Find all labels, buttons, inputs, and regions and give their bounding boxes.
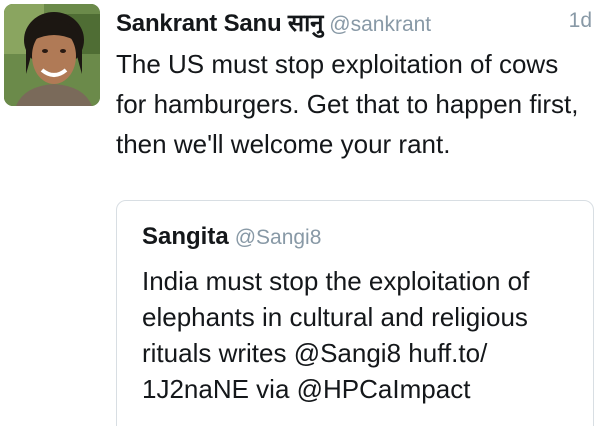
tweet-header: Sankrant Sanu सानु @sankrant 1d [116, 6, 598, 40]
avatar[interactable] [4, 4, 100, 106]
timestamp[interactable]: 1d [569, 9, 592, 33]
username[interactable]: @sankrant [329, 13, 431, 36]
avatar-photo [4, 4, 100, 106]
display-name[interactable]: Sankrant Sanu सानु [116, 10, 323, 37]
quoted-tweet-header: Sangita @Sangi8 [142, 223, 321, 251]
quoted-tweet-text: India must stop the exploitation of elep… [142, 266, 530, 404]
quoted-display-name: Sangita [142, 223, 229, 250]
tweet-text: The US must stop exploitation of cows fo… [116, 49, 579, 159]
tweet[interactable]: Sankrant Sanu सानु @sankrant 1d The US mu… [0, 0, 598, 426]
quoted-tweet-card[interactable]: Sangita @Sangi8 India must stop the explo… [116, 200, 594, 426]
quoted-username: @Sangi8 [234, 226, 322, 249]
